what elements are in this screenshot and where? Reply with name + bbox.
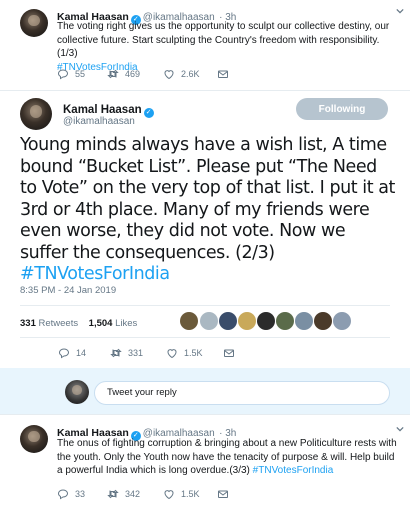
like-button[interactable]: 1.5K: [163, 488, 200, 500]
liker-avatar[interactable]: [180, 312, 198, 330]
message-icon: [218, 490, 228, 498]
reply-button[interactable]: 55: [57, 68, 85, 80]
divider: [20, 337, 390, 338]
chevron-down-icon[interactable]: [396, 425, 404, 433]
retweet-button[interactable]: 469: [107, 68, 140, 80]
chevron-down-icon[interactable]: [396, 7, 404, 15]
reply-count: 55: [75, 69, 86, 79]
following-button[interactable]: Following: [296, 98, 388, 120]
like-count: 2.6K: [181, 69, 200, 79]
main-tweet-text: Young minds always have a wish list, A t…: [20, 135, 395, 286]
tweet-text: The onus of fighting corruption & bringi…: [57, 437, 402, 478]
liker-avatar[interactable]: [219, 312, 237, 330]
hashtag-link[interactable]: #TNVotesForIndia: [20, 264, 170, 284]
author-name[interactable]: Kamal Haasan: [63, 104, 142, 116]
like-icon: [167, 349, 177, 359]
avatar[interactable]: [20, 425, 48, 453]
tweet-body: The voting right gives us the opportunit…: [57, 21, 390, 59]
direct-message-button[interactable]: [217, 488, 229, 500]
reply-count: 33: [75, 489, 86, 499]
reply-input[interactable]: Tweet your reply: [94, 381, 390, 405]
like-icon: [164, 490, 174, 500]
reply-icon: [57, 489, 69, 500]
tweet-text: The voting right gives us the opportunit…: [57, 20, 399, 74]
tweet-body: The onus of fighting corruption & bringi…: [57, 438, 397, 476]
tweet-actions: 55 469 2.6K: [57, 68, 257, 82]
reply-button[interactable]: 14: [58, 347, 86, 359]
like-count: 1.5K: [181, 489, 200, 499]
retweet-count: 342: [125, 489, 141, 499]
message-icon: [218, 70, 228, 78]
liker-avatar[interactable]: [333, 312, 351, 330]
main-tweet-actions: 14 331 1.5K: [58, 347, 258, 361]
tweet-actions: 33 342 1.5K: [57, 488, 257, 502]
like-button[interactable]: 2.6K: [163, 68, 200, 80]
retweets-stat[interactable]: 331 Retweets: [20, 318, 78, 329]
retweet-icon: [110, 348, 122, 358]
like-icon: [164, 70, 174, 80]
current-user-avatar[interactable]: [65, 380, 89, 404]
direct-message-button[interactable]: [217, 68, 229, 80]
tweet-timestamp[interactable]: 8:35 PM - 24 Jan 2019: [20, 285, 116, 296]
liker-avatar[interactable]: [238, 312, 256, 330]
divider: [20, 305, 390, 306]
tweet-1[interactable]: Kamal Haasan ✓ @ikamalhaasan · 3h The voti…: [0, 0, 410, 90]
engagement-stats: 331 Retweets 1,504 Likes: [20, 318, 137, 329]
likes-stat[interactable]: 1,504 Likes: [89, 318, 138, 329]
liker-avatar[interactable]: [314, 312, 332, 330]
retweet-button[interactable]: 342: [107, 488, 140, 500]
tweet-3[interactable]: Kamal Haasan ✓ @ikamalhaasan · 3h The onus…: [0, 415, 410, 509]
retweet-button[interactable]: 331: [110, 347, 143, 359]
reply-icon: [57, 69, 69, 80]
tweet-body: Young minds always have a wish list, A t…: [20, 135, 395, 263]
like-count: 1.5K: [184, 348, 203, 358]
retweet-icon: [107, 69, 119, 79]
divider: [0, 90, 410, 91]
avatar[interactable]: [20, 98, 52, 130]
direct-message-button[interactable]: [223, 347, 235, 359]
like-button[interactable]: 1.5K: [166, 347, 203, 359]
liker-avatar[interactable]: [276, 312, 294, 330]
hashtag-link[interactable]: #TNVotesForIndia: [253, 465, 334, 476]
retweet-count: 469: [125, 69, 141, 79]
avatar[interactable]: [20, 9, 48, 37]
verified-badge-icon: ✓: [143, 108, 154, 118]
reply-icon: [58, 348, 70, 359]
author-handle[interactable]: @ikamalhaasan: [63, 116, 135, 127]
message-icon: [224, 349, 234, 357]
reply-button[interactable]: 33: [57, 488, 85, 500]
retweet-icon: [107, 489, 119, 499]
liker-avatar[interactable]: [257, 312, 275, 330]
liker-avatar[interactable]: [200, 312, 218, 330]
reply-count: 14: [76, 348, 87, 358]
liker-avatar[interactable]: [295, 312, 313, 330]
retweet-count: 331: [128, 348, 144, 358]
